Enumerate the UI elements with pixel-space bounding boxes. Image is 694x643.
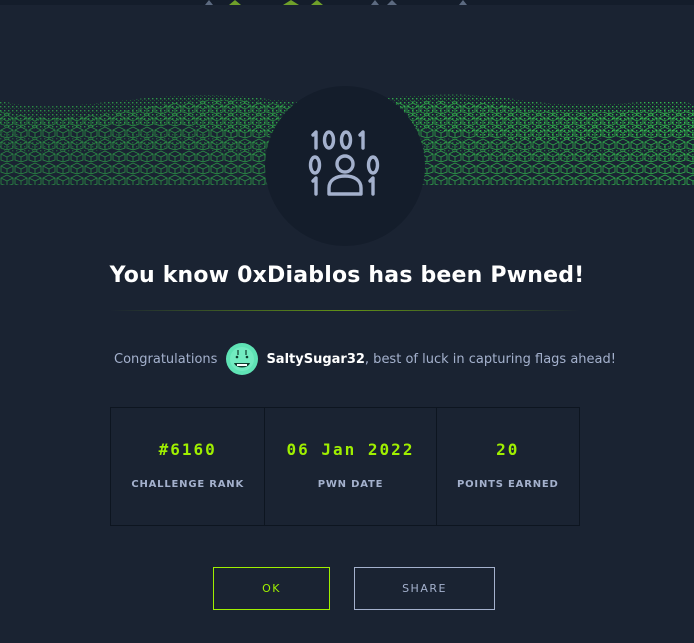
stat-value: 20 <box>496 440 520 459</box>
page-title: You know 0xDiablos has been Pwned! <box>109 263 585 288</box>
username-link[interactable]: SaltySugar32 <box>266 352 364 367</box>
stat-label: CHALLENGE RANK <box>131 479 244 490</box>
top-bar-decoration <box>205 0 467 5</box>
top-bar <box>0 0 694 5</box>
share-button[interactable]: SHARE <box>354 567 495 610</box>
congrats-suffix: , best of luck in capturing flags ahead! <box>364 351 616 367</box>
stat-label: POINTS EARNED <box>457 479 559 490</box>
congrats-line: Congratulations SaltySugar32 , best of l… <box>114 342 616 376</box>
stat-points-earned: 20 POINTS EARNED <box>437 408 579 525</box>
stat-pwn-date: 06 Jan 2022 PWN DATE <box>265 408 437 525</box>
ok-button[interactable]: OK <box>213 567 330 610</box>
stat-label: PWN DATE <box>317 479 384 490</box>
stat-value: #6160 <box>158 440 217 459</box>
user-avatar[interactable] <box>226 343 259 375</box>
congrats-prefix: Congratulations <box>114 351 218 367</box>
title-divider <box>110 310 580 311</box>
smiley-avatar-icon <box>226 343 259 375</box>
challenge-badge <box>265 86 425 246</box>
binary-user-icon <box>308 130 380 196</box>
stats-panel: #6160 CHALLENGE RANK 06 Jan 2022 PWN DAT… <box>110 407 580 526</box>
stat-challenge-rank: #6160 CHALLENGE RANK <box>111 408 266 525</box>
stat-value: 06 Jan 2022 <box>286 440 415 459</box>
